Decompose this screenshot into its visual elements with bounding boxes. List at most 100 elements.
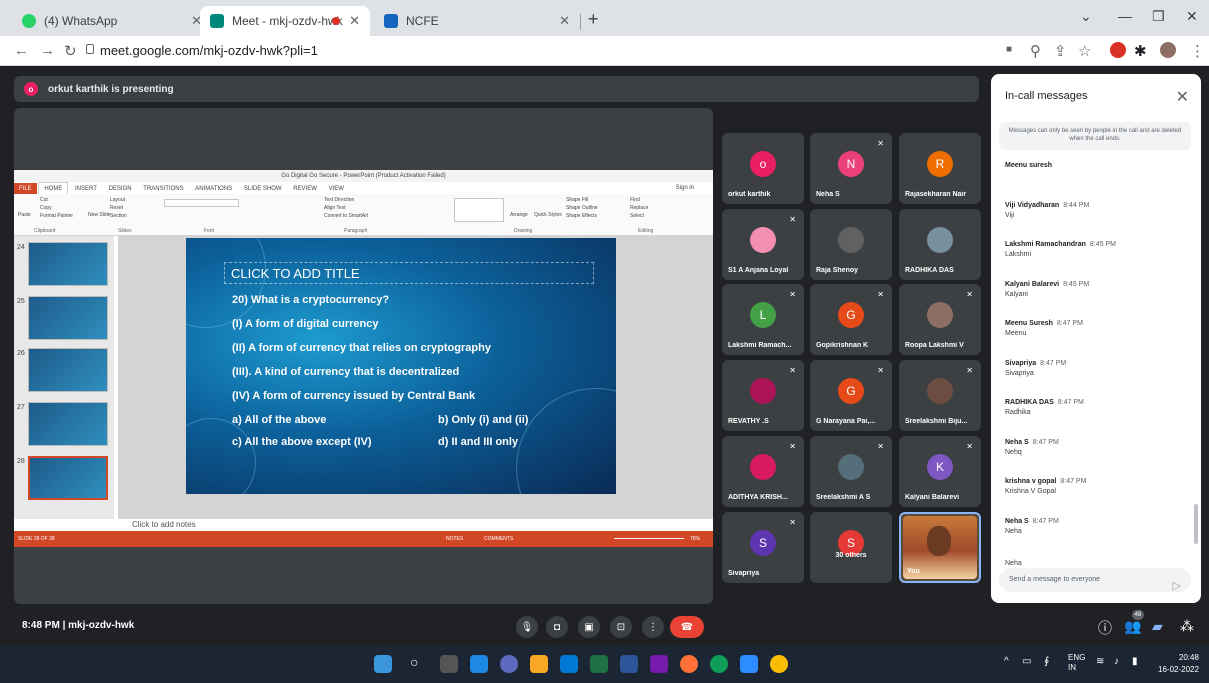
firefox-icon[interactable] bbox=[680, 655, 698, 673]
participant-tile[interactable]: N ✕ Neha S bbox=[810, 133, 892, 204]
notes-pane[interactable]: Click to add notes bbox=[118, 519, 713, 531]
zoom-level[interactable]: 76% bbox=[690, 531, 700, 547]
slide-thumb-selected[interactable] bbox=[28, 456, 108, 500]
slide-canvas[interactable]: CLICK TO ADD TITLE 20) What is a cryptoc… bbox=[186, 238, 616, 494]
participant-tile[interactable]: ✕ S1 A Anjana Loyal bbox=[722, 209, 804, 280]
new-tab-button[interactable]: + bbox=[588, 9, 599, 30]
store-icon[interactable] bbox=[560, 655, 578, 673]
ppt-format-painter[interactable]: Format Painter bbox=[40, 213, 73, 219]
ppt-find[interactable]: Find bbox=[630, 197, 640, 203]
ppt-text-direction[interactable]: Text Direction bbox=[324, 197, 354, 203]
ppt-arrange[interactable]: Arrange bbox=[510, 212, 528, 218]
people-icon[interactable]: 👥 bbox=[1124, 618, 1141, 635]
close-chat-icon[interactable]: ✕ bbox=[1176, 87, 1189, 107]
ppt-paste[interactable]: Paste bbox=[18, 212, 31, 218]
ppt-section[interactable]: Section bbox=[110, 213, 127, 219]
ppt-copy[interactable]: Copy bbox=[40, 205, 52, 211]
ppt-layout[interactable]: Layout bbox=[110, 197, 125, 203]
participant-tile[interactable]: ✕ Sreelakshmi A S bbox=[810, 436, 892, 507]
participant-tile[interactable]: Raja Shenoy bbox=[810, 209, 892, 280]
close-window-button[interactable]: ✕ bbox=[1186, 8, 1198, 25]
word-icon[interactable] bbox=[620, 655, 638, 673]
close-tab-icon[interactable]: ✕ bbox=[349, 13, 360, 29]
ppt-shape-outline[interactable]: Shape Outline bbox=[566, 205, 598, 211]
tab-whatsapp[interactable]: (4) WhatsApp ✕ bbox=[12, 6, 212, 36]
extension-icon[interactable] bbox=[1110, 42, 1126, 58]
ppt-replace[interactable]: Replace bbox=[630, 205, 648, 211]
microphone-button[interactable]: 🎙 bbox=[516, 616, 538, 638]
battery-icon[interactable]: ▮ bbox=[1132, 656, 1138, 667]
more-options-button[interactable]: ⋮ bbox=[642, 616, 664, 638]
participant-tile[interactable]: ✕ ADITHYA KRISH... bbox=[722, 436, 804, 507]
widgets-icon[interactable] bbox=[470, 655, 488, 673]
menu-kebab-icon[interactable]: ⋮ bbox=[1190, 42, 1205, 60]
ppt-shape-fill[interactable]: Shape Fill bbox=[566, 197, 588, 203]
url-field[interactable]: meet.google.com/mkj-ozdv-hwk?pli=1 bbox=[100, 43, 318, 58]
edge-icon[interactable] bbox=[710, 655, 728, 673]
participant-tile[interactable]: G ✕ Gopikrishnan K bbox=[810, 284, 892, 355]
volume-icon[interactable]: ♪ bbox=[1114, 656, 1119, 667]
comments-toggle[interactable]: COMMENTS bbox=[484, 531, 513, 547]
ppt-font-box[interactable] bbox=[164, 199, 239, 207]
close-tab-icon[interactable]: ✕ bbox=[559, 13, 570, 29]
search-icon[interactable]: ○ bbox=[410, 654, 418, 670]
slide-thumb[interactable] bbox=[28, 348, 108, 392]
tab-search-icon[interactable]: ⌄ bbox=[1080, 8, 1092, 25]
participant-tile[interactable]: ✕ Sreelakshmi Biju... bbox=[899, 360, 981, 431]
tab-meet[interactable]: Meet - mkj-ozdv-hwk ✕ bbox=[200, 6, 370, 36]
ppt-shape-effects[interactable]: Shape Effects bbox=[566, 213, 597, 219]
ppt-new-slide[interactable]: New Slide bbox=[88, 212, 111, 218]
mic-tray-icon[interactable]: ∮ bbox=[1044, 656, 1049, 667]
presentation-stage[interactable]: Go Digital Go Secure - PowerPoint (Produ… bbox=[14, 108, 713, 604]
notes-toggle[interactable]: NOTES bbox=[446, 531, 463, 547]
leave-call-button[interactable]: ☎ bbox=[670, 616, 704, 638]
participant-tile[interactable]: R Rajasekharan Nair bbox=[899, 133, 981, 204]
language-indicator[interactable]: ENG IN bbox=[1068, 653, 1085, 673]
ppt-convert-smartart[interactable]: Convert to SmartArt bbox=[324, 213, 368, 219]
zoom-icon[interactable]: ⚲ bbox=[1030, 42, 1041, 60]
extensions-puzzle-icon[interactable]: ✱ bbox=[1134, 42, 1147, 60]
present-button[interactable]: ⊡ bbox=[610, 616, 632, 638]
tab-ncfe[interactable]: NCFE ✕ bbox=[374, 6, 580, 36]
ppt-shapes-gallery[interactable] bbox=[454, 198, 504, 222]
minimize-button[interactable]: — bbox=[1118, 8, 1132, 24]
share-icon[interactable]: ⇪ bbox=[1054, 42, 1067, 60]
keyboard-icon[interactable]: ▭ bbox=[1022, 656, 1031, 667]
participant-tile[interactable]: G ✕ G Narayana Pai,... bbox=[810, 360, 892, 431]
profile-avatar[interactable] bbox=[1160, 42, 1176, 58]
ppt-align-text[interactable]: Align Text bbox=[324, 205, 346, 211]
taskbar-clock[interactable]: 20:48 16-02-2022 bbox=[1158, 652, 1199, 676]
ppt-sign-in[interactable]: Sign in bbox=[671, 182, 699, 194]
captions-button[interactable]: ▣ bbox=[578, 616, 600, 638]
participant-tile[interactable]: L ✕ Lakshmi Ramach... bbox=[722, 284, 804, 355]
wifi-icon[interactable]: ≋ bbox=[1096, 656, 1104, 667]
participant-tile[interactable]: S 30 others bbox=[810, 512, 892, 583]
send-icon[interactable]: ▷ bbox=[1173, 574, 1181, 598]
participant-tile[interactable]: o orkut karthik bbox=[722, 133, 804, 204]
back-icon[interactable]: ← bbox=[14, 42, 29, 59]
forward-icon[interactable]: → bbox=[40, 42, 55, 59]
chat-message-input[interactable]: Send a message to everyone ▷ bbox=[999, 568, 1191, 592]
ppt-quick-styles[interactable]: Quick Styles bbox=[534, 212, 562, 218]
ppt-select[interactable]: Select bbox=[630, 213, 644, 219]
teams-icon[interactable] bbox=[500, 655, 518, 673]
reload-icon[interactable]: ↻ bbox=[64, 42, 77, 60]
chat-scrollbar[interactable] bbox=[1194, 504, 1198, 544]
camera-button[interactable]: ◘ bbox=[546, 616, 568, 638]
participant-tile[interactable]: S ✕ Sivapriya bbox=[722, 512, 804, 583]
participant-tile[interactable]: ✕ REVATHY .S bbox=[722, 360, 804, 431]
slide-thumb[interactable] bbox=[28, 402, 108, 446]
file-explorer-icon[interactable] bbox=[530, 655, 548, 673]
participant-tile[interactable]: K ✕ Kalyani Balarevi bbox=[899, 436, 981, 507]
slide-thumb[interactable] bbox=[28, 296, 108, 340]
tray-chevron-icon[interactable]: ^ bbox=[1004, 656, 1009, 667]
zoom-app-icon[interactable] bbox=[740, 655, 758, 673]
windows-start-icon[interactable] bbox=[374, 655, 392, 673]
slide-thumb[interactable] bbox=[28, 242, 108, 286]
zoom-slider[interactable] bbox=[614, 538, 684, 539]
camera-icon[interactable]: ■ bbox=[1006, 44, 1012, 55]
restore-button[interactable]: ❐ bbox=[1152, 8, 1165, 25]
ppt-cut[interactable]: Cut bbox=[40, 197, 48, 203]
participant-tile[interactable]: ✕ Roopa Lakshmi V bbox=[899, 284, 981, 355]
onenote-icon[interactable] bbox=[650, 655, 668, 673]
